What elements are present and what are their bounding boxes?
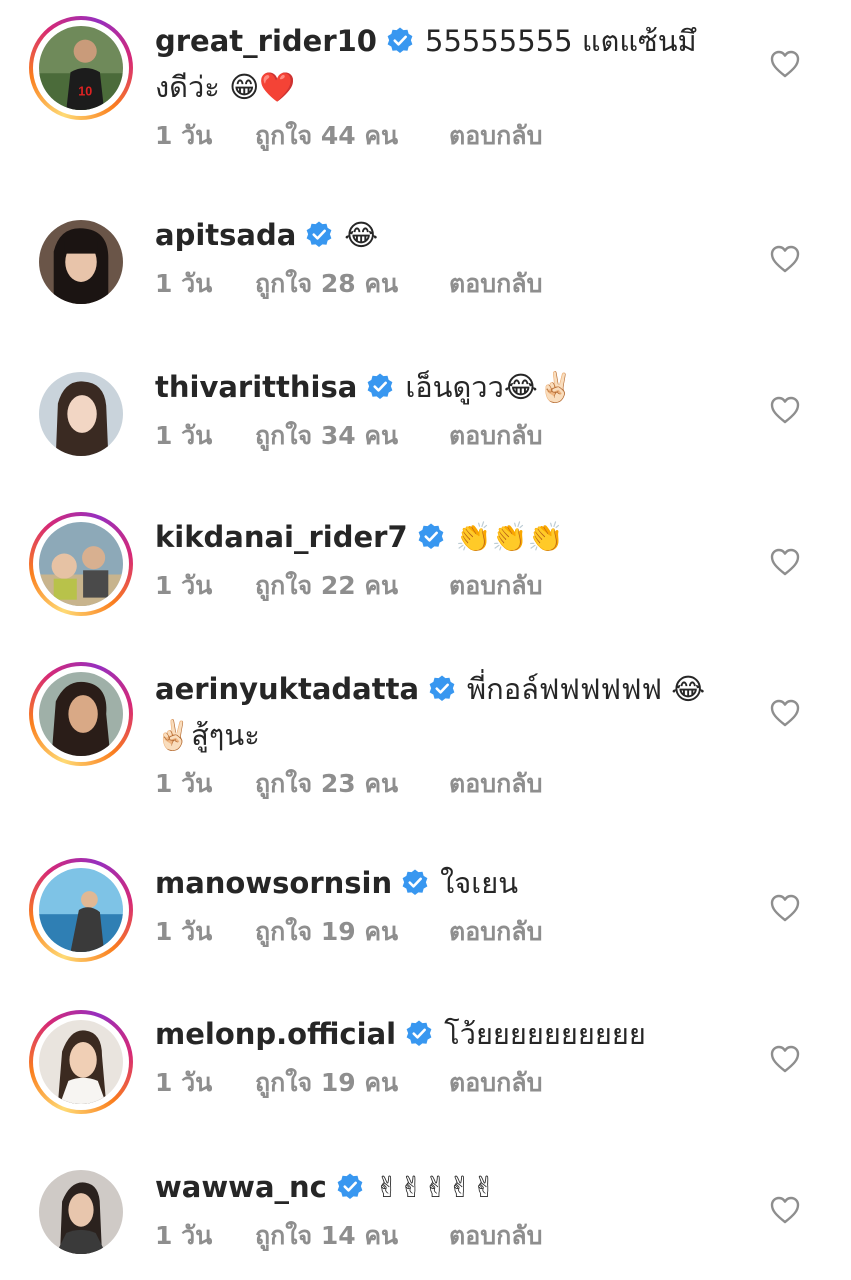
avatar [39, 1020, 123, 1104]
verified-badge-icon [387, 27, 413, 53]
username[interactable]: kikdanai_rider7 [155, 520, 408, 554]
comment-text: 👏👏👏 [455, 520, 564, 554]
comment-likes[interactable]: ถูกใจ 14 คน [255, 1216, 449, 1256]
verified-badge-icon [406, 1020, 432, 1046]
avatar [39, 522, 123, 606]
comment-meta: 1 วัน ถูกใจ 14 คน ตอบกลับ [155, 1216, 715, 1256]
comment-meta: 1 วัน ถูกใจ 22 คน ตอบกลับ [155, 566, 715, 606]
reply-button[interactable]: ตอบกลับ [449, 416, 542, 456]
reply-button[interactable]: ตอบกลับ [449, 264, 542, 304]
reply-button[interactable]: ตอบกลับ [449, 566, 542, 606]
avatar [39, 1170, 123, 1254]
heart-outline-icon[interactable] [770, 1196, 800, 1224]
username[interactable]: apitsada [155, 218, 296, 252]
verified-badge-icon [402, 869, 428, 895]
avatar [39, 372, 123, 456]
comment-time: 1 วัน [155, 571, 213, 600]
comment-likes[interactable]: ถูกใจ 22 คน [255, 566, 449, 606]
avatar-story-ring[interactable] [29, 662, 133, 766]
heart-outline-icon[interactable] [770, 1045, 800, 1073]
avatar [39, 868, 123, 952]
avatar-story-ring[interactable] [29, 1010, 133, 1114]
comment-time: 1 วัน [155, 269, 213, 298]
comment-likes[interactable]: ถูกใจ 19 คน [255, 912, 449, 952]
avatar-story-ring[interactable] [29, 512, 133, 616]
comment-likes[interactable]: ถูกใจ 44 คน [255, 116, 449, 156]
verified-badge-icon [367, 373, 393, 399]
comment-likes[interactable]: ถูกใจ 34 คน [255, 416, 449, 456]
comment-time: 1 วัน [155, 1068, 213, 1097]
comment-meta: 1 วัน ถูกใจ 23 คน ตอบกลับ [155, 764, 715, 804]
verified-badge-icon [337, 1173, 363, 1199]
comment-time: 1 วัน [155, 121, 213, 150]
avatar [39, 220, 123, 304]
username[interactable]: melonp.official [155, 1017, 396, 1051]
reply-button[interactable]: ตอบกลับ [449, 912, 542, 952]
comment-text: 😂 [344, 218, 379, 252]
reply-button[interactable]: ตอบกลับ [449, 1063, 542, 1103]
heart-outline-icon[interactable] [770, 396, 800, 424]
comment-likes[interactable]: ถูกใจ 19 คน [255, 1063, 449, 1103]
svg-text:10: 10 [78, 84, 92, 98]
avatar-story-ring[interactable] [29, 858, 133, 962]
verified-badge-icon [429, 675, 455, 701]
username[interactable]: aerinyuktadatta [155, 672, 419, 706]
comment-text: เอ็นดูวว😂✌🏻 [405, 370, 574, 404]
comment-meta: 1 วัน ถูกใจ 34 คน ตอบกลับ [155, 416, 715, 456]
heart-outline-icon[interactable] [770, 245, 800, 273]
avatar-plain[interactable] [29, 210, 133, 314]
reply-button[interactable]: ตอบกลับ [449, 764, 542, 804]
comment-likes[interactable]: ถูกใจ 28 คน [255, 264, 449, 304]
verified-badge-icon [418, 523, 444, 549]
avatar-story-ring[interactable]: 10 [29, 16, 133, 120]
comment-time: 1 วัน [155, 421, 213, 450]
comment-meta: 1 วัน ถูกใจ 44 คน ตอบกลับ [155, 116, 715, 156]
comment-text: โว้ยยยยยยยยยย [444, 1017, 646, 1051]
heart-outline-icon[interactable] [770, 699, 800, 727]
username[interactable]: thivaritthisa [155, 370, 357, 404]
username[interactable]: great_rider10 [155, 24, 377, 58]
reply-button[interactable]: ตอบกลับ [449, 1216, 542, 1256]
comment-time: 1 วัน [155, 769, 213, 798]
heart-outline-icon[interactable] [770, 548, 800, 576]
username[interactable]: manowsornsin [155, 866, 392, 900]
avatar [39, 672, 123, 756]
username[interactable]: wawwa_nc [155, 1170, 327, 1204]
comment-time: 1 วัน [155, 1221, 213, 1250]
verified-badge-icon [306, 221, 332, 247]
comment-text: ✌✌✌✌✌ [374, 1170, 497, 1204]
avatar: 10 [39, 26, 123, 110]
heart-outline-icon[interactable] [770, 894, 800, 922]
comment-meta: 1 วัน ถูกใจ 28 คน ตอบกลับ [155, 264, 715, 304]
avatar-plain[interactable] [29, 362, 133, 466]
comment-time: 1 วัน [155, 917, 213, 946]
comment-meta: 1 วัน ถูกใจ 19 คน ตอบกลับ [155, 1063, 715, 1103]
avatar-plain[interactable] [29, 1160, 133, 1264]
heart-outline-icon[interactable] [770, 50, 800, 78]
reply-button[interactable]: ตอบกลับ [449, 116, 542, 156]
comment-likes[interactable]: ถูกใจ 23 คน [255, 764, 449, 804]
comment-text: ใจเยน [440, 866, 519, 900]
comment-meta: 1 วัน ถูกใจ 19 คน ตอบกลับ [155, 912, 715, 952]
